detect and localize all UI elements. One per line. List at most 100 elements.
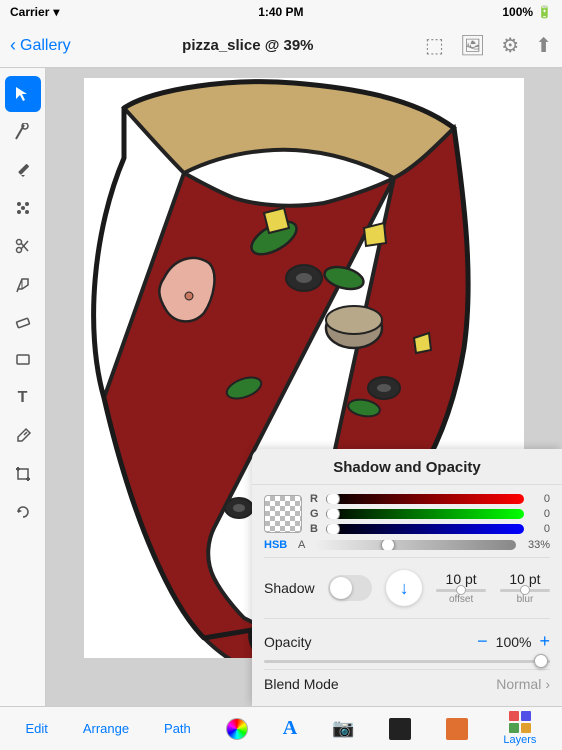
- shadow-toggle[interactable]: [328, 575, 372, 601]
- shadow-opacity-panel: Shadow and Opacity R 0: [252, 449, 562, 706]
- tool-crop[interactable]: [5, 456, 41, 492]
- frame-icon[interactable]: ⬚: [425, 33, 444, 58]
- panel-title: Shadow and Opacity: [252, 449, 562, 485]
- camera-button[interactable]: 📷: [332, 718, 354, 739]
- status-right: 100% 🔋: [502, 5, 552, 19]
- nav-bar: ‹ Gallery pizza_slice @ 39% ⬚ 🖼 ⚙ ⬆: [0, 24, 562, 68]
- blend-mode-row: Blend Mode Normal ›: [264, 669, 550, 698]
- tool-magic-wand[interactable]: [5, 114, 41, 150]
- arrange-label: Arrange: [83, 721, 129, 736]
- blend-mode-label: Blend Mode: [264, 676, 339, 692]
- nav-actions: ⬚ 🖼 ⚙ ⬆: [425, 33, 552, 58]
- main-area: T: [0, 68, 562, 706]
- r-thumb[interactable]: [326, 494, 340, 504]
- a-value: 33%: [522, 539, 550, 551]
- shadow-offset-label: offset: [449, 594, 473, 605]
- slider-row-r: R 0: [310, 493, 550, 505]
- opacity-label: Opacity: [264, 634, 311, 650]
- camera-icon: 📷: [332, 718, 354, 739]
- shadow-direction[interactable]: ↓: [386, 570, 422, 606]
- layers-label: Layers: [503, 734, 536, 746]
- battery-label: 100%: [502, 5, 533, 19]
- share-icon[interactable]: ⬆: [535, 33, 552, 58]
- tool-eyedropper[interactable]: [5, 418, 41, 454]
- layers-button[interactable]: Layers: [503, 711, 536, 746]
- edit-button[interactable]: Edit: [25, 721, 47, 736]
- slider-row-b: B 0: [310, 523, 550, 535]
- opacity-slider-thumb[interactable]: [534, 654, 548, 668]
- divider-1: [264, 557, 550, 558]
- tool-rect[interactable]: [5, 342, 41, 378]
- opacity-value: 100%: [496, 634, 532, 650]
- opacity-controls: − 100% +: [477, 631, 550, 652]
- b-slider[interactable]: [326, 524, 524, 534]
- path-label: Path: [164, 721, 191, 736]
- settings-icon[interactable]: ⚙: [501, 33, 519, 58]
- hsb-label: HSB: [264, 539, 292, 551]
- battery-icon: 🔋: [537, 5, 552, 19]
- tool-arrow[interactable]: [5, 76, 41, 112]
- text-style-button[interactable]: A: [283, 717, 297, 740]
- color-preview[interactable]: [264, 495, 302, 533]
- shadow-label: Shadow: [264, 580, 315, 596]
- status-left: Carrier ▾: [10, 5, 59, 19]
- arrange-button[interactable]: Arrange: [83, 721, 129, 736]
- fill-orange-icon: [446, 718, 468, 740]
- r-label: R: [310, 493, 320, 505]
- tool-text[interactable]: T: [5, 380, 41, 416]
- tool-pencil[interactable]: [5, 152, 41, 188]
- blend-mode-chevron-icon: ›: [545, 676, 550, 692]
- shadow-toggle-knob: [330, 577, 352, 599]
- a-slider[interactable]: [314, 540, 516, 550]
- shadow-blur-label: blur: [517, 594, 534, 605]
- edit-label: Edit: [25, 721, 47, 736]
- r-slider[interactable]: [326, 494, 524, 504]
- tool-pen[interactable]: [5, 266, 41, 302]
- color-wheel-icon: [226, 718, 248, 740]
- g-value: 0: [530, 508, 550, 520]
- b-value: 0: [530, 523, 550, 535]
- shadow-blur-slider[interactable]: [500, 589, 550, 592]
- tool-rotate[interactable]: [5, 494, 41, 530]
- slider-row-g: G 0: [310, 508, 550, 520]
- carrier-label: Carrier: [10, 5, 49, 19]
- color-section: R 0 G 0: [264, 493, 550, 535]
- blend-mode-value[interactable]: Normal ›: [496, 676, 550, 692]
- a-label: A: [298, 539, 308, 551]
- path-button[interactable]: Path: [164, 721, 191, 736]
- shadow-blur-thumb[interactable]: [520, 585, 530, 595]
- fill-black-icon: [389, 718, 411, 740]
- opacity-minus-button[interactable]: −: [477, 631, 488, 652]
- canvas-area[interactable]: Shadow and Opacity R 0: [46, 68, 562, 706]
- tool-scissors[interactable]: [5, 228, 41, 264]
- shadow-offset-group: 10 pt offset: [436, 571, 486, 605]
- b-label: B: [310, 523, 320, 535]
- left-toolbar: T: [0, 68, 46, 706]
- back-button[interactable]: ‹ Gallery: [10, 35, 71, 56]
- tool-transform[interactable]: [5, 190, 41, 226]
- wifi-icon: ▾: [53, 5, 59, 19]
- r-value: 0: [530, 493, 550, 505]
- shadow-row: Shadow ↓ 10 pt offset 10 pt: [264, 564, 550, 612]
- shadow-offset-slider[interactable]: [436, 589, 486, 592]
- opacity-slider[interactable]: [264, 660, 550, 663]
- g-thumb[interactable]: [326, 509, 340, 519]
- opacity-row: Opacity − 100% +: [264, 625, 550, 658]
- opacity-plus-button[interactable]: +: [539, 631, 550, 652]
- status-bar: Carrier ▾ 1:40 PM 100% 🔋: [0, 0, 562, 24]
- fill-orange-button[interactable]: [446, 718, 468, 740]
- b-thumb[interactable]: [326, 524, 340, 534]
- nav-title: pizza_slice @ 39%: [182, 37, 313, 54]
- rgb-sliders: R 0 G 0: [310, 493, 550, 535]
- tool-eraser[interactable]: [5, 304, 41, 340]
- g-slider[interactable]: [326, 509, 524, 519]
- back-chevron-icon: ‹: [10, 35, 16, 56]
- g-label: G: [310, 508, 320, 520]
- opacity-slider-row: [264, 658, 550, 669]
- a-thumb[interactable]: [381, 540, 395, 550]
- color-picker-button[interactable]: [226, 718, 248, 740]
- fill-black-button[interactable]: [389, 718, 411, 740]
- layers-grid-icon: [509, 711, 531, 733]
- panel-body: R 0 G 0: [252, 485, 562, 706]
- image-icon[interactable]: 🖼: [460, 33, 485, 58]
